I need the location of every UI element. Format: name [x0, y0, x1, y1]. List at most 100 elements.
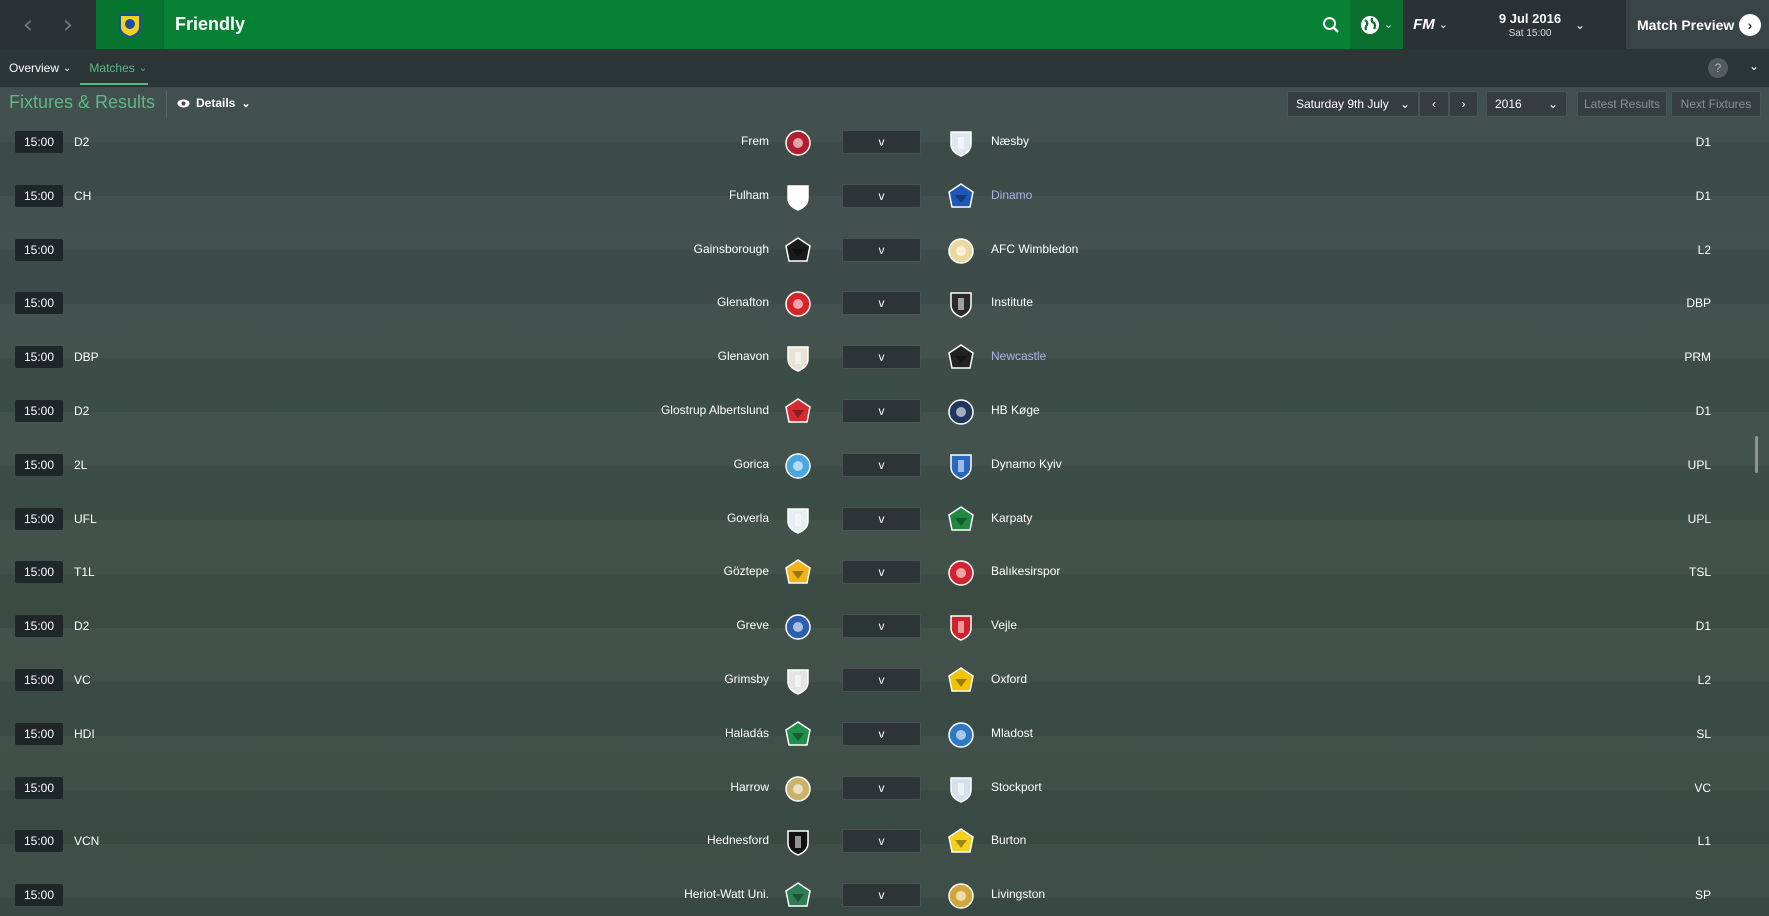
home-team-crest-icon[interactable]: [783, 558, 813, 588]
away-team-crest-icon[interactable]: [946, 397, 976, 427]
home-team-crest-icon[interactable]: [783, 774, 813, 804]
match-score-button[interactable]: v: [842, 238, 921, 262]
home-team-crest-icon[interactable]: [783, 397, 813, 427]
home-team-name[interactable]: Hednesford: [707, 833, 769, 847]
away-team-crest-icon[interactable]: [946, 182, 976, 212]
away-team-crest-icon[interactable]: [946, 236, 976, 266]
date-select[interactable]: Saturday 9th July ⌄: [1287, 91, 1419, 117]
match-score-button[interactable]: v: [842, 560, 921, 584]
world-menu-button[interactable]: ⌄: [1349, 0, 1404, 49]
away-team-name[interactable]: Burton: [991, 833, 1026, 847]
home-team-crest-icon[interactable]: [783, 827, 813, 857]
away-team-crest-icon[interactable]: [946, 666, 976, 696]
fixture-row[interactable]: 15:00 Harrow v Stockport VC: [0, 774, 1769, 804]
away-team-crest-icon[interactable]: [946, 774, 976, 804]
latest-results-button[interactable]: Latest Results: [1577, 91, 1667, 117]
scrollbar-thumb[interactable]: [1755, 436, 1758, 473]
home-team-crest-icon[interactable]: [783, 666, 813, 696]
fixture-row[interactable]: 15:00 HDI Haladás v Mladost SL: [0, 720, 1769, 750]
fixture-row[interactable]: 15:00 UFL Goverla v Karpaty UPL: [0, 505, 1769, 535]
match-score-button[interactable]: v: [842, 453, 921, 477]
club-badge[interactable]: [96, 0, 164, 49]
next-fixtures-button[interactable]: Next Fixtures: [1671, 91, 1761, 117]
away-team-crest-icon[interactable]: [946, 289, 976, 319]
match-score-button[interactable]: v: [842, 345, 921, 369]
home-team-name[interactable]: Heriot-Watt Uni.: [684, 887, 769, 901]
fixture-row[interactable]: 15:00 D2 Glostrup Albertslund v HB Køge D1: [0, 397, 1769, 427]
away-team-name[interactable]: Dynamo Kyiv: [991, 457, 1062, 471]
next-date-button[interactable]: ›: [1449, 91, 1478, 117]
away-team-name[interactable]: Balıkesirspor: [991, 564, 1060, 578]
away-team-name[interactable]: Livingston: [991, 887, 1045, 901]
away-team-crest-icon[interactable]: [946, 343, 976, 373]
away-team-crest-icon[interactable]: [946, 505, 976, 535]
match-score-button[interactable]: v: [842, 291, 921, 315]
fixture-row[interactable]: 15:00 D2 Greve v Vejle D1: [0, 612, 1769, 642]
match-preview-button[interactable]: Match Preview ›: [1626, 0, 1769, 49]
away-team-crest-icon[interactable]: [946, 827, 976, 857]
search-button[interactable]: [1312, 0, 1350, 49]
away-team-name[interactable]: Næsby: [991, 134, 1029, 148]
fixture-row[interactable]: 15:00 VCN Hednesford v Burton L1: [0, 827, 1769, 857]
fixture-row[interactable]: 15:00 2L Gorica v Dynamo Kyiv UPL: [0, 451, 1769, 481]
home-team-name[interactable]: Fulham: [729, 188, 769, 202]
home-team-crest-icon[interactable]: [783, 236, 813, 266]
fm-menu-button[interactable]: FM ⌄: [1403, 0, 1458, 49]
away-team-name[interactable]: Mladost: [991, 726, 1033, 740]
away-team-name[interactable]: Newcastle: [991, 349, 1046, 363]
home-team-crest-icon[interactable]: [783, 451, 813, 481]
home-team-crest-icon[interactable]: [783, 505, 813, 535]
match-score-button[interactable]: v: [842, 776, 921, 800]
home-team-name[interactable]: Frem: [741, 134, 769, 148]
match-score-button[interactable]: v: [842, 130, 921, 154]
match-score-button[interactable]: v: [842, 883, 921, 907]
fixture-row[interactable]: 15:00 Heriot-Watt Uni. v Livingston SP: [0, 881, 1769, 911]
away-team-name[interactable]: Vejle: [991, 618, 1017, 632]
away-team-crest-icon[interactable]: [946, 558, 976, 588]
home-team-name[interactable]: Gorica: [734, 457, 769, 471]
home-team-name[interactable]: Harrow: [730, 780, 769, 794]
home-team-name[interactable]: Gainsborough: [694, 242, 769, 256]
forward-icon[interactable]: ›: [63, 12, 73, 38]
match-score-button[interactable]: v: [842, 668, 921, 692]
fixture-row[interactable]: 15:00 Glenafton v Institute DBP: [0, 289, 1769, 319]
home-team-name[interactable]: Goverla: [727, 511, 769, 525]
match-score-button[interactable]: v: [842, 722, 921, 746]
home-team-name[interactable]: Greve: [736, 618, 769, 632]
tab-overview[interactable]: Overview ⌄: [0, 49, 80, 87]
home-team-crest-icon[interactable]: [783, 612, 813, 642]
away-team-crest-icon[interactable]: [946, 720, 976, 750]
home-team-crest-icon[interactable]: [783, 128, 813, 158]
fixture-row[interactable]: 15:00 D2 Frem v Næsby D1: [0, 128, 1769, 158]
expand-chevron-icon[interactable]: ⌄: [1749, 59, 1759, 73]
match-score-button[interactable]: v: [842, 507, 921, 531]
away-team-crest-icon[interactable]: [946, 128, 976, 158]
game-date[interactable]: 9 Jul 2016 Sat 15:00 ⌄: [1458, 0, 1626, 49]
home-team-crest-icon[interactable]: [783, 289, 813, 319]
home-team-name[interactable]: Glostrup Albertslund: [661, 403, 769, 417]
prev-date-button[interactable]: ‹: [1419, 91, 1449, 117]
away-team-name[interactable]: HB Køge: [991, 403, 1040, 417]
back-icon[interactable]: ‹: [23, 12, 33, 38]
fixture-row[interactable]: 15:00 T1L Göztepe v Balıkesirspor TSL: [0, 558, 1769, 588]
home-team-name[interactable]: Göztepe: [724, 564, 769, 578]
fixture-row[interactable]: 15:00 VC Grimsby v Oxford L2: [0, 666, 1769, 696]
home-team-name[interactable]: Grimsby: [724, 672, 769, 686]
fixture-row[interactable]: 15:00 CH Fulham v Dinamo D1: [0, 182, 1769, 212]
fixture-row[interactable]: 15:00 DBP Glenavon v Newcastle PRM: [0, 343, 1769, 373]
home-team-crest-icon[interactable]: [783, 881, 813, 911]
away-team-name[interactable]: Oxford: [991, 672, 1027, 686]
details-dropdown[interactable]: Details ⌄: [177, 96, 251, 110]
home-team-crest-icon[interactable]: [783, 720, 813, 750]
match-score-button[interactable]: v: [842, 184, 921, 208]
away-team-name[interactable]: Stockport: [991, 780, 1042, 794]
home-team-crest-icon[interactable]: [783, 343, 813, 373]
away-team-name[interactable]: Dinamo: [991, 188, 1032, 202]
away-team-name[interactable]: AFC Wimbledon: [991, 242, 1078, 256]
tab-matches[interactable]: Matches ⌄: [80, 49, 156, 87]
away-team-crest-icon[interactable]: [946, 612, 976, 642]
fixture-row[interactable]: 15:00 Gainsborough v AFC Wimbledon L2: [0, 236, 1769, 266]
home-team-name[interactable]: Glenafton: [717, 295, 769, 309]
home-team-crest-icon[interactable]: [783, 182, 813, 212]
away-team-crest-icon[interactable]: [946, 881, 976, 911]
